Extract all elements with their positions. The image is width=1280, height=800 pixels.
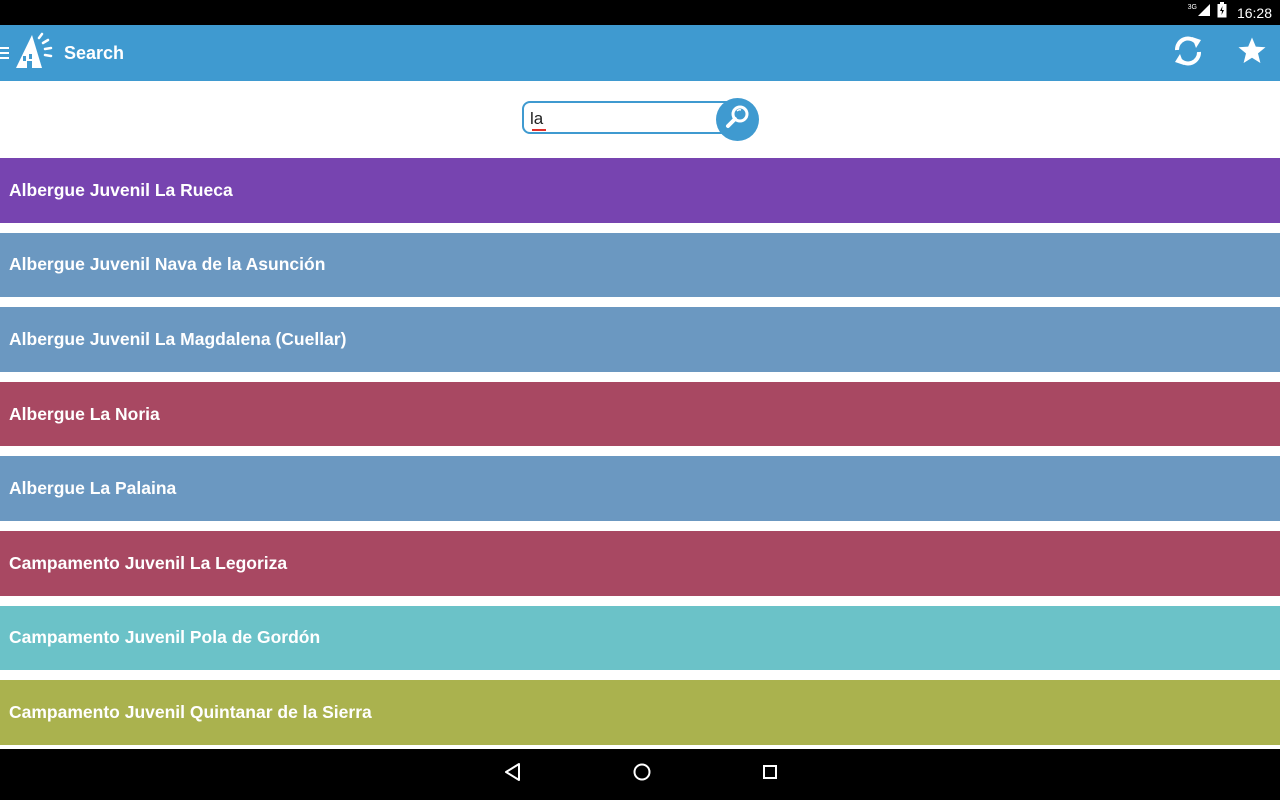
results-list: Albergue Juvenil La Rueca Albergue Juveni… (0, 158, 1280, 749)
refresh-icon (1171, 34, 1205, 73)
list-item[interactable]: Albergue Juvenil La Rueca (0, 158, 1280, 223)
back-icon (503, 762, 523, 787)
list-item[interactable]: Campamento Juvenil La Legoriza (0, 530, 1280, 596)
list-item[interactable]: Albergue Juvenil La Magdalena (Cuellar) (0, 307, 1280, 372)
search-input[interactable] (530, 109, 710, 129)
menu-icon[interactable] (0, 45, 9, 61)
back-button[interactable] (498, 759, 528, 789)
list-item-label: Albergue Juvenil La Rueca (9, 179, 233, 200)
search-button[interactable] (716, 98, 759, 141)
network-type: 3G (1187, 4, 1197, 11)
search-box[interactable] (522, 101, 734, 134)
list-item[interactable]: Albergue La Palaina (0, 456, 1280, 521)
navigation-bar (0, 749, 1280, 800)
status-icons: 3G 16:28 (1188, 0, 1272, 25)
home-icon (632, 762, 652, 787)
logo-icon[interactable] (12, 32, 56, 76)
app-bar: Search (0, 25, 1280, 81)
battery-icon (1217, 2, 1227, 23)
refresh-button[interactable] (1168, 33, 1208, 73)
recents-icon (760, 762, 780, 787)
list-item-label: Campamento Juvenil Quintanar de la Sierr… (9, 701, 372, 722)
list-item[interactable]: Albergue Juvenil Nava de la Asunción (0, 232, 1280, 298)
favorites-button[interactable] (1232, 33, 1272, 73)
page-title: Search (64, 43, 125, 63)
list-item[interactable]: Campamento Juvenil Pola de Gordón (0, 605, 1280, 671)
star-icon (1237, 36, 1267, 71)
search-icon (725, 104, 751, 135)
list-item-label: Campamento Juvenil La Legoriza (9, 552, 288, 573)
clock: 16:28 (1236, 4, 1272, 21)
list-item[interactable]: Campamento Juvenil Quintanar de la Sierr… (0, 680, 1280, 745)
signal-icon (1197, 3, 1211, 22)
list-item-label: Albergue Juvenil Nava de la Asunción (9, 254, 326, 275)
list-item-label: Albergue La Noria (9, 403, 160, 424)
status-bar: 3G 16:28 (0, 0, 1280, 25)
list-item-label: Campamento Juvenil Pola de Gordón (9, 627, 321, 648)
recents-button[interactable] (755, 759, 785, 789)
list-item-label: Albergue Juvenil La Magdalena (Cuellar) (9, 328, 347, 349)
list-item-label: Albergue La Palaina (9, 478, 177, 499)
list-item[interactable]: Albergue La Noria (0, 381, 1280, 447)
spellcheck-underline (532, 129, 546, 131)
main-content: Albergue Juvenil La Rueca Albergue Juveni… (0, 81, 1280, 749)
home-button[interactable] (627, 759, 657, 789)
